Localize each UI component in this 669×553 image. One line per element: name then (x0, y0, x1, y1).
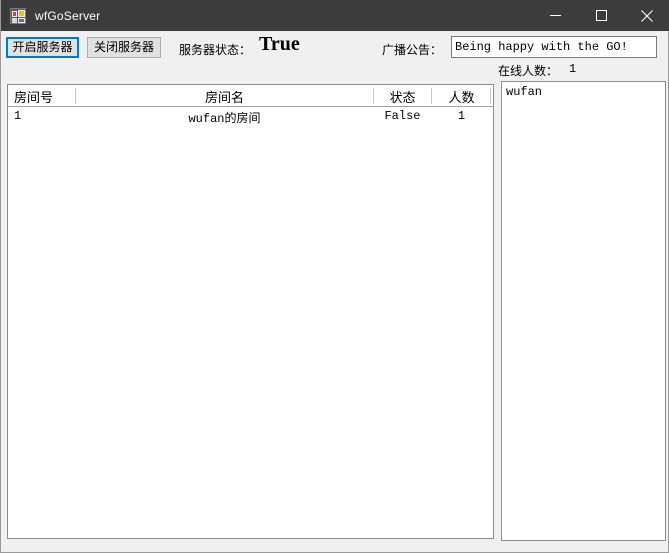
start-server-button[interactable]: 开启服务器 (6, 37, 79, 58)
list-item[interactable]: wufan (502, 82, 665, 99)
online-count-value: 1 (569, 62, 577, 76)
cell-people: 1 (457, 109, 466, 123)
broadcast-label: 广播公告： (382, 43, 443, 57)
column-separator[interactable] (490, 88, 491, 104)
window-controls (532, 0, 669, 31)
stop-server-button[interactable]: 关闭服务器 (87, 37, 161, 58)
cell-room-id: 1 (14, 109, 22, 123)
title-bar: wfGoServer (1, 0, 669, 31)
column-header-room-id[interactable]: 房间号 (14, 87, 53, 106)
maximize-icon[interactable] (578, 0, 624, 31)
server-status-label: 服务器状态： (179, 43, 252, 57)
cell-state: False (384, 109, 421, 123)
cell-room-name: wufan的房间 (188, 112, 261, 126)
online-count-label: 在线人数： (498, 64, 559, 78)
close-icon[interactable] (624, 0, 669, 31)
column-header-people[interactable]: 人数 (432, 87, 491, 106)
rooms-grid-header: 房间号 房间名 状态 人数 (8, 85, 493, 107)
broadcast-input[interactable] (451, 36, 657, 58)
column-header-room-name[interactable]: 房间名 (76, 87, 373, 106)
table-row[interactable]: 1 wufan的房间 False 1 (8, 107, 493, 127)
online-users-listbox[interactable]: wufan (501, 81, 666, 541)
server-status-value: True (259, 33, 300, 55)
rooms-grid[interactable]: 房间号 房间名 状态 人数 1 wufan的房间 False 1 (7, 84, 494, 539)
minimize-icon[interactable] (532, 0, 578, 31)
app-window: wfGoServer 开启服务器 关闭服务器 服务器状态： True 广播公告：… (0, 0, 669, 553)
window-title: wfGoServer (35, 8, 101, 23)
app-icon (10, 7, 26, 24)
column-header-state[interactable]: 状态 (374, 87, 431, 106)
